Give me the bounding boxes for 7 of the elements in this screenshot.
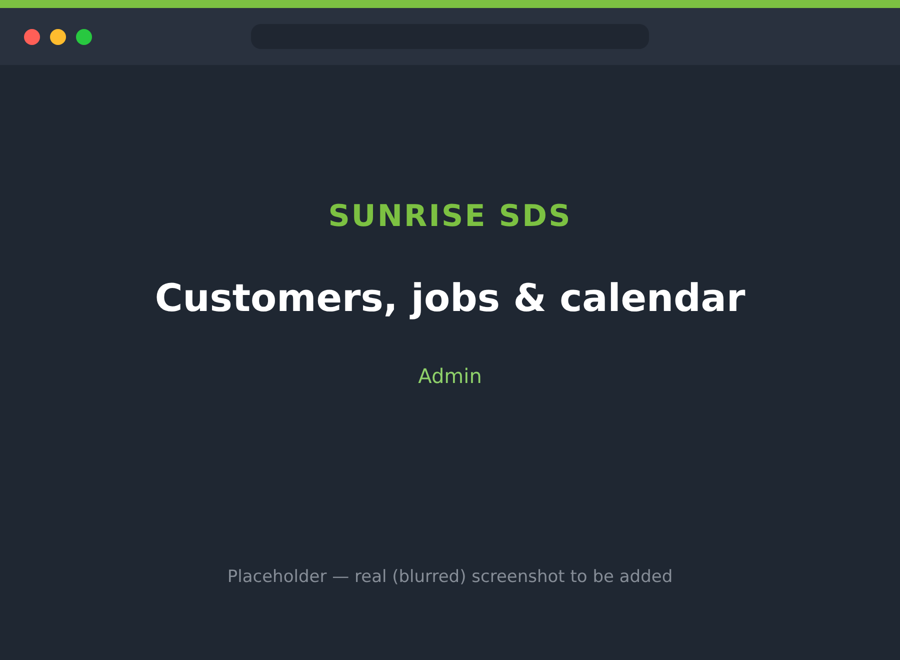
close-icon[interactable] (24, 28, 40, 44)
placeholder-note: Placeholder — real (blurred) screenshot to be added (227, 566, 673, 587)
brand-name: SUNRISE SDS (328, 199, 572, 235)
minimize-icon[interactable] (50, 28, 66, 44)
role-label: Admin (418, 364, 482, 388)
maximize-icon[interactable] (76, 28, 92, 44)
page-heading: Customers, jobs & calendar (154, 276, 746, 322)
